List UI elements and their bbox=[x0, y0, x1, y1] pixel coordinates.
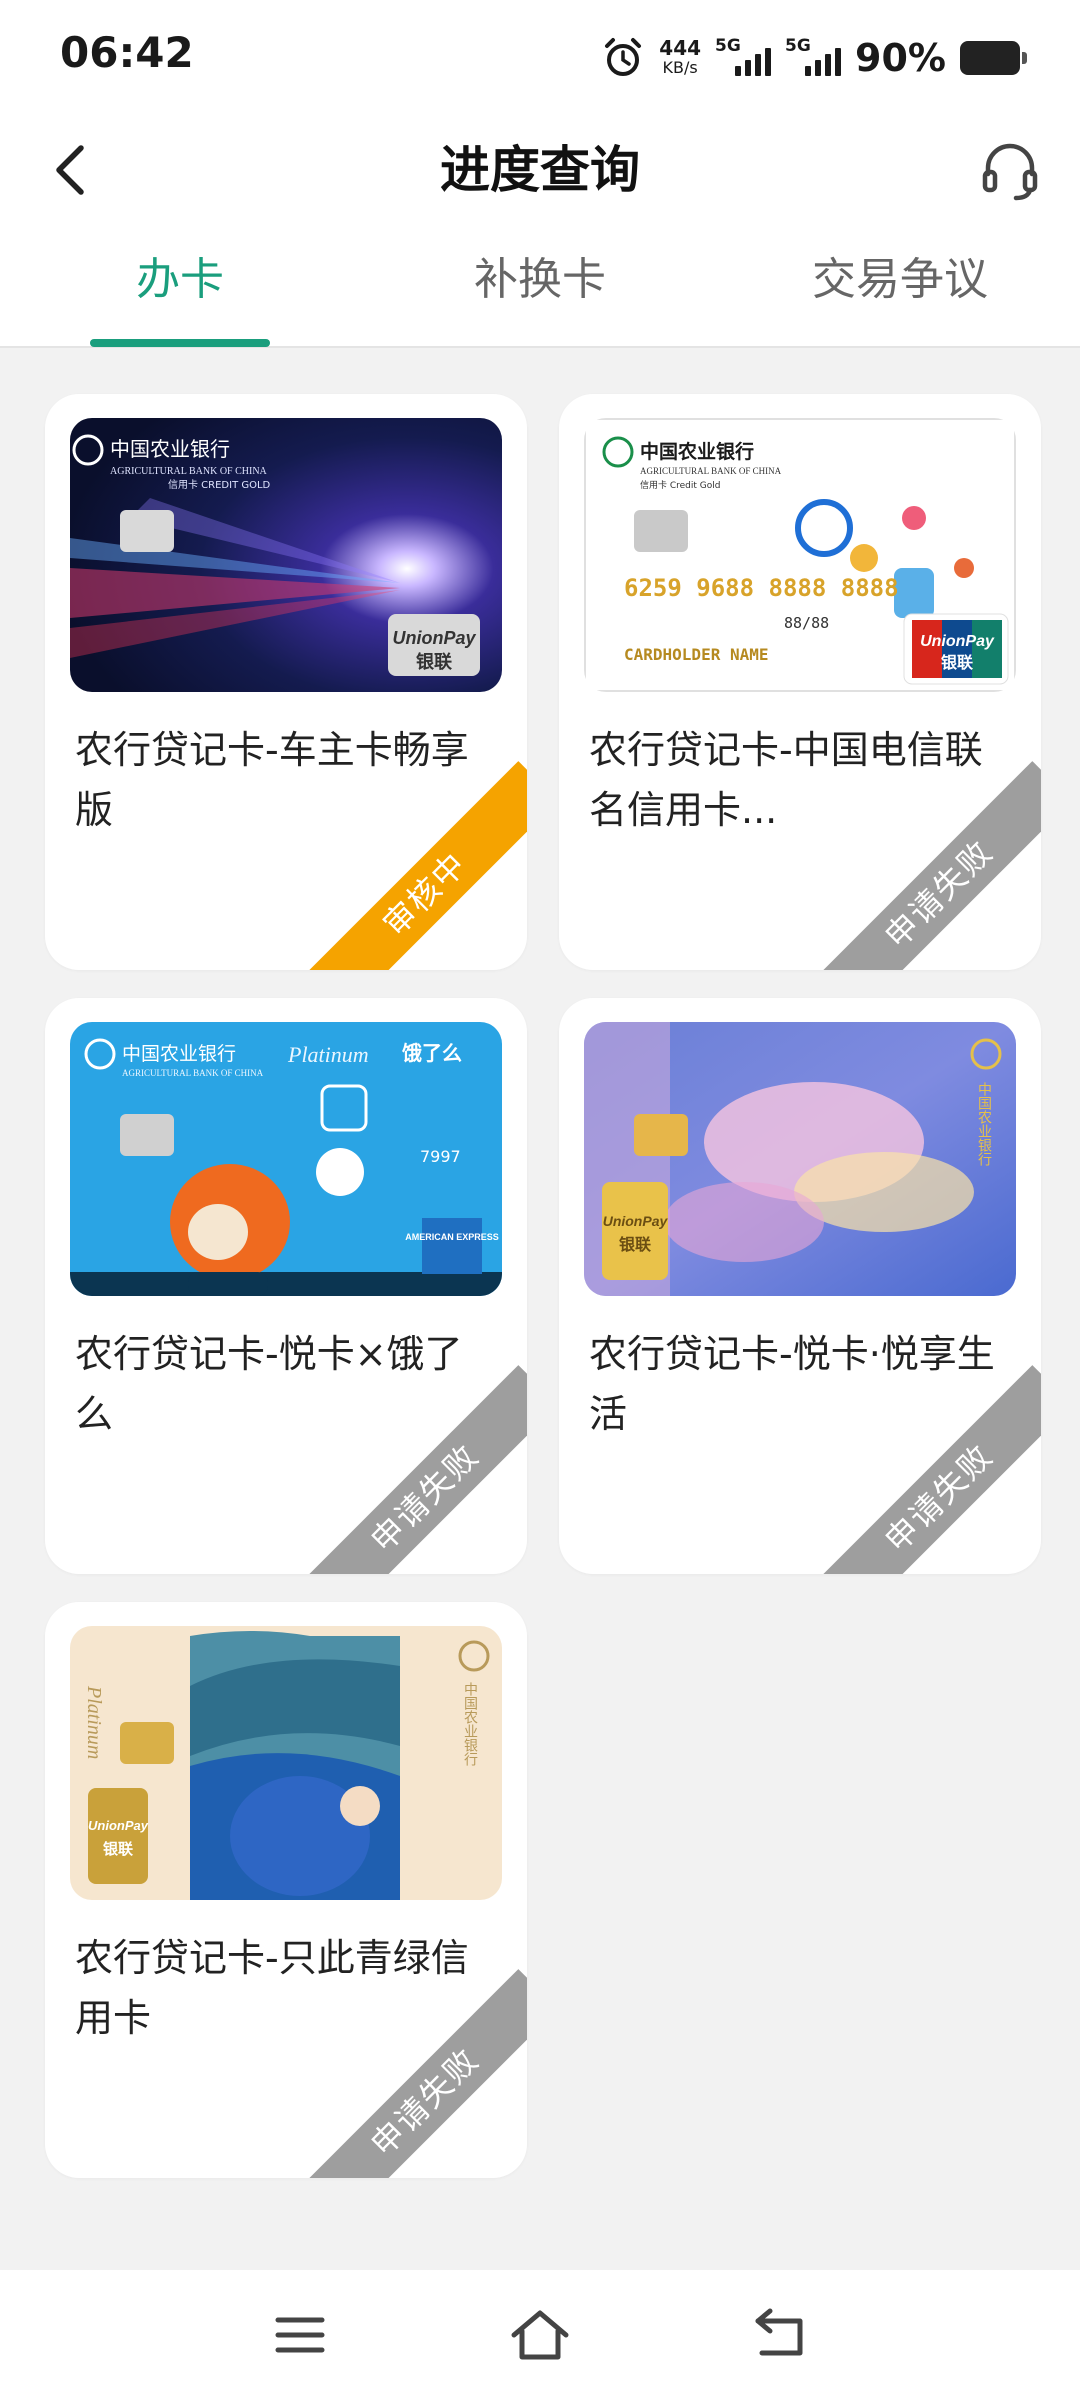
card-image-card-sub: 信用卡 CREDIT GOLD bbox=[168, 478, 271, 491]
card-image-tier: Platinum bbox=[287, 1042, 369, 1067]
card-image-bank-name: 中国农业银行 bbox=[122, 1043, 236, 1065]
card-image-network-label: UnionPay bbox=[392, 628, 476, 648]
status-indicators: 444 KB/s 5G 5G 90% bbox=[601, 28, 1027, 88]
customer-service-button[interactable] bbox=[965, 125, 1055, 215]
card-image-network-label: UnionPay bbox=[88, 1818, 149, 1833]
card-image-qinglv: Platinum UnionPay 银联 中国农业银行 bbox=[70, 1626, 502, 1900]
card-image-network-label: AMERICAN EXPRESS bbox=[405, 1232, 499, 1242]
card-image-card-number: 6259 9688 8888 8888 bbox=[624, 574, 899, 602]
network-speed-unit: KB/s bbox=[662, 58, 698, 77]
system-navigation-bar bbox=[0, 2270, 1080, 2400]
sim1-signal-icon: 5G bbox=[715, 36, 772, 80]
menu-button[interactable] bbox=[260, 2300, 340, 2370]
card-image-bank-name: 中国农业银行 bbox=[976, 1082, 992, 1167]
card-image-network-cn: 银联 bbox=[941, 653, 973, 672]
card-image-network-cn: 银联 bbox=[619, 1235, 651, 1254]
card-image-tier: Platinum bbox=[83, 1685, 105, 1759]
tab-apply-card[interactable]: 办卡 bbox=[0, 230, 360, 347]
card-image-number-tail: 7997 bbox=[420, 1147, 461, 1166]
sim2-signal-icon: 5G bbox=[785, 36, 842, 80]
card-image-holder: CARDHOLDER NAME bbox=[624, 645, 769, 664]
back-arrow-icon bbox=[755, 2308, 803, 2356]
card-image-bank-name: 中国农业银行 bbox=[640, 440, 754, 463]
headset-icon bbox=[982, 143, 1038, 201]
tab-transaction-dispute[interactable]: 交易争议 bbox=[720, 230, 1080, 346]
tab-bar: 办卡 补换卡 交易争议 bbox=[0, 230, 1080, 348]
card-image-yue-life: UnionPay 银联 中国农业银行 bbox=[584, 1022, 1016, 1296]
status-time: 06:42 bbox=[60, 28, 194, 77]
card-item-qinglv[interactable]: Platinum UnionPay 银联 中国农业银行 农行贷记卡-只此青绿信用… bbox=[45, 1602, 527, 2178]
battery-percent: 90% bbox=[855, 36, 946, 80]
card-item-car-owner[interactable]: UnionPay 银联 中国农业银行 AGRICULTURAL BANK OF … bbox=[45, 394, 527, 970]
card-item-china-telecom[interactable]: 中国农业银行 AGRICULTURAL BANK OF CHINA 信用卡 Cr… bbox=[559, 394, 1041, 970]
card-image-bank-name: 中国农业银行 bbox=[110, 437, 230, 461]
card-item-eleme[interactable]: 中国农业银行 AGRICULTURAL BANK OF CHINA Platin… bbox=[45, 998, 527, 1574]
card-image-china-telecom: 中国农业银行 AGRICULTURAL BANK OF CHINA 信用卡 Cr… bbox=[584, 418, 1016, 692]
card-image-network-cn: 银联 bbox=[416, 651, 452, 673]
card-image-card-sub: 信用卡 Credit Gold bbox=[640, 479, 720, 491]
card-item-yue-life[interactable]: UnionPay 银联 中国农业银行 农行贷记卡-悦卡·悦享生活 申请失败 bbox=[559, 998, 1041, 1574]
card-image-network-cn: 银联 bbox=[103, 1840, 134, 1858]
card-image-eleme: 中国农业银行 AGRICULTURAL BANK OF CHINA Platin… bbox=[70, 1022, 502, 1296]
card-image-partner: 饿了么 bbox=[401, 1041, 462, 1065]
card-image-bank-name-en: AGRICULTURAL BANK OF CHINA bbox=[122, 1068, 264, 1078]
card-title: 农行贷记卡-悦卡×饿了么 bbox=[75, 1332, 463, 1436]
home-button[interactable] bbox=[500, 2300, 580, 2370]
card-image-bank-name: 中国农业银行 bbox=[462, 1682, 478, 1767]
system-back-button[interactable] bbox=[740, 2300, 820, 2370]
tab-replace-card[interactable]: 补换卡 bbox=[360, 230, 720, 346]
card-image-car-owner: UnionPay 银联 中国农业银行 AGRICULTURAL BANK OF … bbox=[70, 418, 502, 692]
menu-icon bbox=[275, 2317, 325, 2353]
status-bar: 06:42 444 KB/s 5G 5G 90% bbox=[0, 0, 1080, 110]
alarm-icon bbox=[601, 36, 645, 80]
network-speed-value: 444 bbox=[659, 36, 702, 60]
page-title: 进度查询 bbox=[440, 141, 640, 199]
battery-icon bbox=[960, 41, 1027, 75]
card-image-validity: 88/88 bbox=[784, 614, 829, 632]
card-title: 农行贷记卡-车主卡畅享版 bbox=[75, 728, 469, 832]
card-title: 农行贷记卡-中国电信联名信用卡... bbox=[589, 728, 983, 832]
card-image-network-label: UnionPay bbox=[920, 633, 995, 650]
card-progress-list: UnionPay 银联 中国农业银行 AGRICULTURAL BANK OF … bbox=[45, 394, 1041, 2178]
card-image-bank-name-en: AGRICULTURAL BANK OF CHINA bbox=[110, 466, 268, 477]
card-title: 农行贷记卡-只此青绿信用卡 bbox=[75, 1936, 469, 2040]
navigation-bar: 进度查询 bbox=[0, 110, 1080, 230]
card-image-network-label: UnionPay bbox=[603, 1213, 669, 1229]
card-image-bank-name-en: AGRICULTURAL BANK OF CHINA bbox=[640, 466, 782, 476]
card-title: 农行贷记卡-悦卡·悦享生活 bbox=[589, 1332, 995, 1436]
network-speed: 444 KB/s bbox=[659, 38, 701, 78]
home-icon bbox=[511, 2310, 569, 2360]
